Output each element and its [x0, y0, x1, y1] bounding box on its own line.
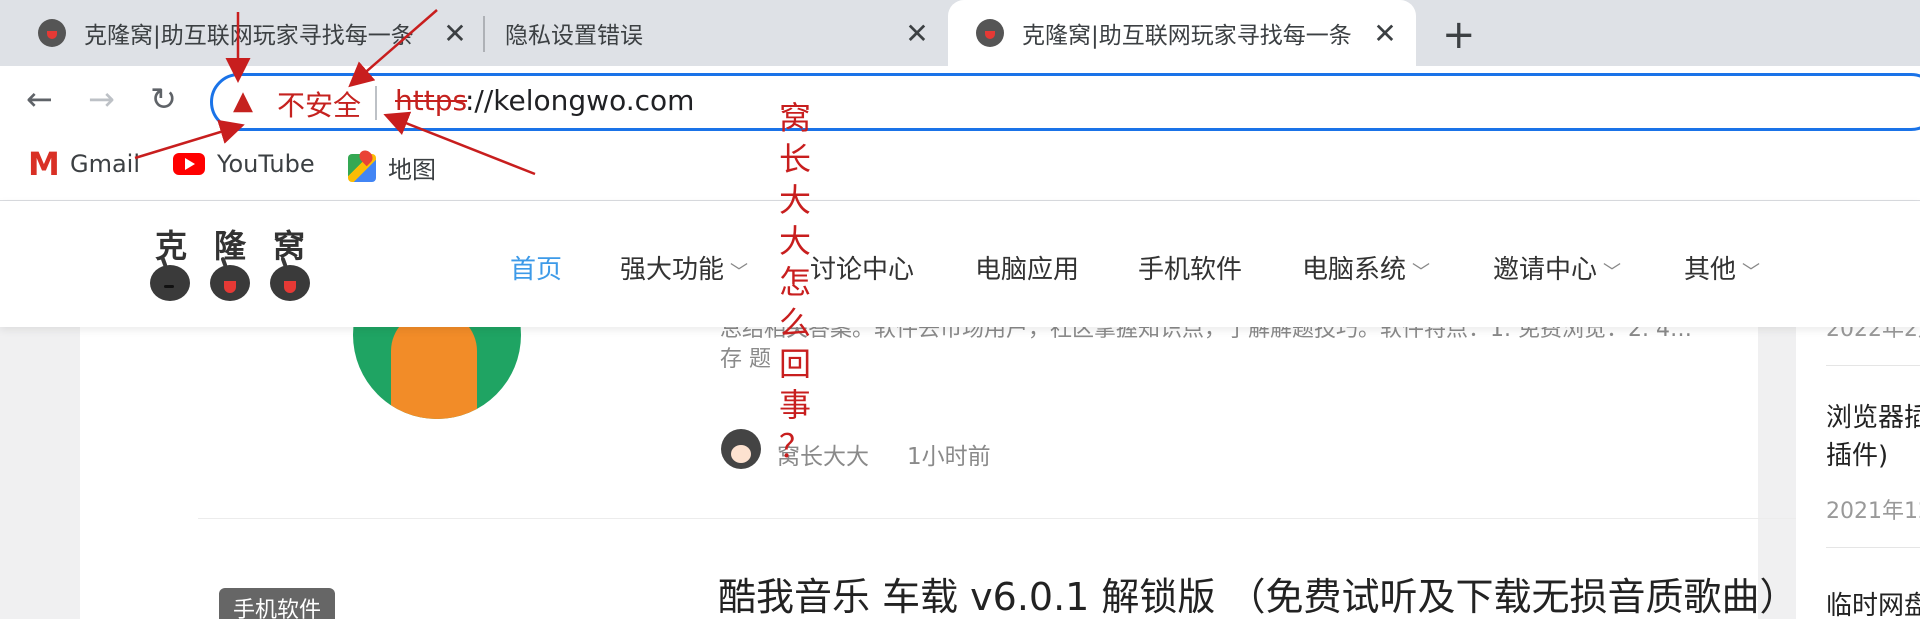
annotation-char: 窝 [778, 99, 811, 137]
annotation-char: 回 [778, 345, 811, 383]
bookmarks-bar: Gmail YouTube 地图 [0, 138, 1920, 201]
nav-mobile-apps[interactable]: 手机软件 [1138, 249, 1242, 286]
site-logo[interactable]: 克隆窝 [155, 221, 332, 267]
divider [1826, 365, 1920, 366]
author-avatar[interactable] [721, 429, 761, 469]
forward-button[interactable]: → [88, 80, 115, 118]
divider [1826, 547, 1920, 548]
tab-title: 克隆窝|助互联网玩家寻找每一条 [84, 23, 414, 49]
chevron-down-icon: ﹀ [1742, 262, 1761, 283]
bookmark-label: 地图 [388, 156, 436, 184]
maps-icon [348, 153, 376, 182]
annotation-text: 窝长大大怎么回事？ [777, 98, 813, 467]
address-bar[interactable]: ▲ 不安全 https ://kelongwo.com [210, 73, 1920, 131]
nav-features[interactable]: 强大功能 ﹀ [620, 249, 748, 286]
tab-title: 克隆窝|助互联网玩家寻找每一条 [1022, 23, 1352, 49]
logo-mascot-icon [270, 265, 310, 301]
post-title[interactable]: 酷我音乐 车载 v6.0.1 解锁版 （免费试听及下载无损音质歌曲） [718, 566, 1798, 619]
sidebar-post-title[interactable]: 临时网盘 [1826, 585, 1920, 619]
annotation-char: 长 [778, 140, 811, 178]
tab-close-icon[interactable]: ✕ [442, 17, 468, 50]
tab-2[interactable]: 隐私设置错误 ✕ [505, 0, 930, 66]
tab-separator [483, 16, 485, 52]
annotation-char: 大 [778, 181, 811, 219]
post-excerpt-line2: 存 题 [720, 347, 771, 372]
logo-mascot-icon [210, 265, 250, 301]
nav-pc-systems[interactable]: 电脑系统 ﹀ [1302, 249, 1430, 286]
chevron-down-icon: ﹀ [1603, 262, 1622, 283]
nav-invite[interactable]: 邀请中心 ﹀ [1493, 249, 1621, 286]
kelongwo-favicon-icon [38, 19, 66, 47]
tab-1[interactable]: 克隆窝|助互联网玩家寻找每一条 ✕ [38, 0, 468, 66]
chevron-down-icon: ﹀ [730, 262, 749, 283]
url-host: ://kelongwo.com [465, 84, 695, 117]
warning-triangle-icon[interactable]: ▲ [233, 86, 253, 116]
nav-home[interactable]: 首页 [510, 249, 562, 286]
url-scheme: https [395, 84, 468, 117]
youtube-icon [173, 153, 205, 175]
back-button[interactable]: ← [26, 80, 53, 118]
kelongwo-favicon-icon [976, 19, 1004, 47]
bookmark-label: YouTube [217, 150, 315, 178]
annotation-char: 事 [778, 386, 811, 424]
tab-close-icon[interactable]: ✕ [1372, 17, 1398, 50]
site-header: 克隆窝 首页 强大功能 ﹀ 讨论中心 电脑应用 手机软件 电脑系统 ﹀ 邀请中心 ﹀ … [0, 201, 1920, 327]
annotation-char: 大 [778, 222, 811, 260]
sidebar-date: 2021年12 [1826, 499, 1920, 524]
bookmark-gmail[interactable]: Gmail [28, 145, 141, 183]
nav-pc-apps[interactable]: 电脑应用 [975, 249, 1079, 286]
tab-3-active[interactable]: 克隆窝|助互联网玩家寻找每一条 ✕ [948, 0, 1416, 66]
sidebar-title-line: 插件) [1826, 441, 1889, 471]
bookmark-youtube[interactable]: YouTube [173, 150, 315, 178]
divider [198, 518, 1800, 519]
bookmark-maps[interactable]: 地图 [348, 150, 436, 185]
nav-other[interactable]: 其他 ﹀ [1684, 249, 1760, 286]
reload-button[interactable]: ↻ [150, 80, 177, 118]
nav-discussion[interactable]: 讨论中心 [810, 249, 914, 286]
sidebar-post-title[interactable]: 浏览器插 插件) [1826, 399, 1920, 475]
gmail-icon [28, 145, 60, 183]
browser-toolbar: ← → ↻ ▲ 不安全 https ://kelongwo.com [0, 66, 1920, 138]
annotation-char: 么 [778, 304, 811, 342]
not-secure-label[interactable]: 不安全 [277, 84, 361, 124]
logo-mascot-icon [150, 265, 190, 301]
annotation-char: ？ [778, 427, 811, 465]
annotation-char: 怎 [778, 263, 811, 301]
url-separator [375, 86, 377, 120]
tab-title: 隐私设置错误 [505, 23, 643, 49]
new-tab-button[interactable]: + [1442, 12, 1476, 58]
category-badge[interactable]: 手机软件 [219, 588, 336, 619]
tab-strip: 克隆窝|助互联网玩家寻找每一条 ✕ 隐私设置错误 ✕ 克隆窝|助互联网玩家寻找每… [0, 0, 1920, 66]
bookmark-label: Gmail [70, 150, 141, 178]
tab-close-icon[interactable]: ✕ [904, 17, 930, 50]
sidebar-title-line: 浏览器插 [1826, 403, 1920, 433]
chevron-down-icon: ﹀ [1412, 262, 1431, 283]
post-time: 1小时前 [907, 444, 991, 470]
